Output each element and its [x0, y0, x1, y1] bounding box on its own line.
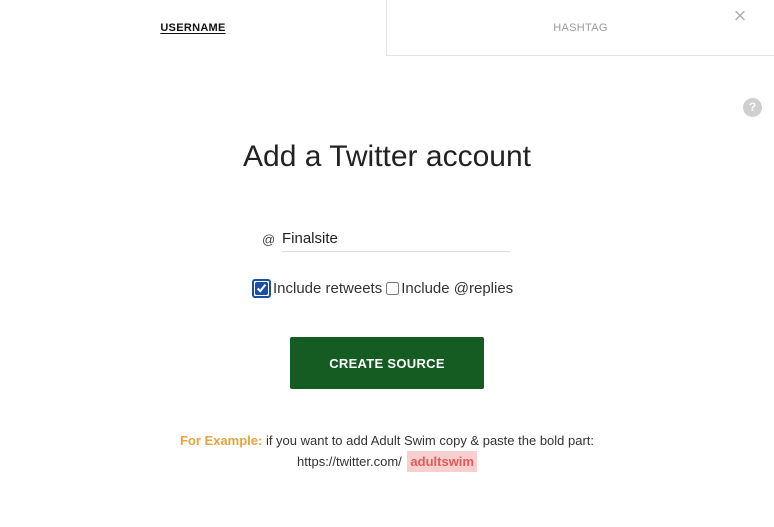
page-title: Add a Twitter account	[243, 140, 531, 173]
tab-username-label: USERNAME	[160, 22, 226, 34]
source-type-tabs: USERNAME HASHTAG	[0, 0, 774, 56]
example-url-prefix: https://twitter.com/	[297, 454, 402, 469]
username-row: @	[262, 226, 510, 252]
include-retweets-label[interactable]: Include retweets	[273, 280, 382, 297]
include-retweets-checkbox-focus	[252, 278, 271, 298]
example-bold-part: adultswim	[407, 451, 477, 472]
at-sign-prefix: @	[262, 231, 276, 247]
example-label: For Example:	[179, 433, 263, 448]
tab-username[interactable]: USERNAME	[0, 0, 386, 56]
include-replies-label[interactable]: Include @replies	[401, 280, 513, 297]
help-icon[interactable]: ?	[743, 98, 762, 117]
example-hint: For Example: if you want to add Adult Sw…	[0, 430, 774, 472]
example-text: if you want to add Adult Swim copy & pas…	[262, 433, 595, 448]
add-twitter-modal: USERNAME HASHTAG × ? Add a Twitter accou…	[0, 0, 774, 527]
include-retweets-checkbox[interactable]	[255, 281, 268, 295]
example-line-2: https://twitter.com/ adultswim	[0, 451, 774, 472]
create-source-button[interactable]: CREATE SOURCE	[290, 337, 484, 389]
include-replies-checkbox[interactable]	[386, 281, 400, 295]
tab-hashtag-label: HASHTAG	[553, 21, 608, 34]
example-line-1: For Example: if you want to add Adult Sw…	[0, 430, 774, 451]
close-icon[interactable]: ×	[730, 5, 750, 27]
username-input[interactable]	[282, 226, 510, 252]
tab-hashtag[interactable]: HASHTAG	[386, 0, 774, 56]
options-row: Include retweets Include @replies	[252, 278, 517, 298]
